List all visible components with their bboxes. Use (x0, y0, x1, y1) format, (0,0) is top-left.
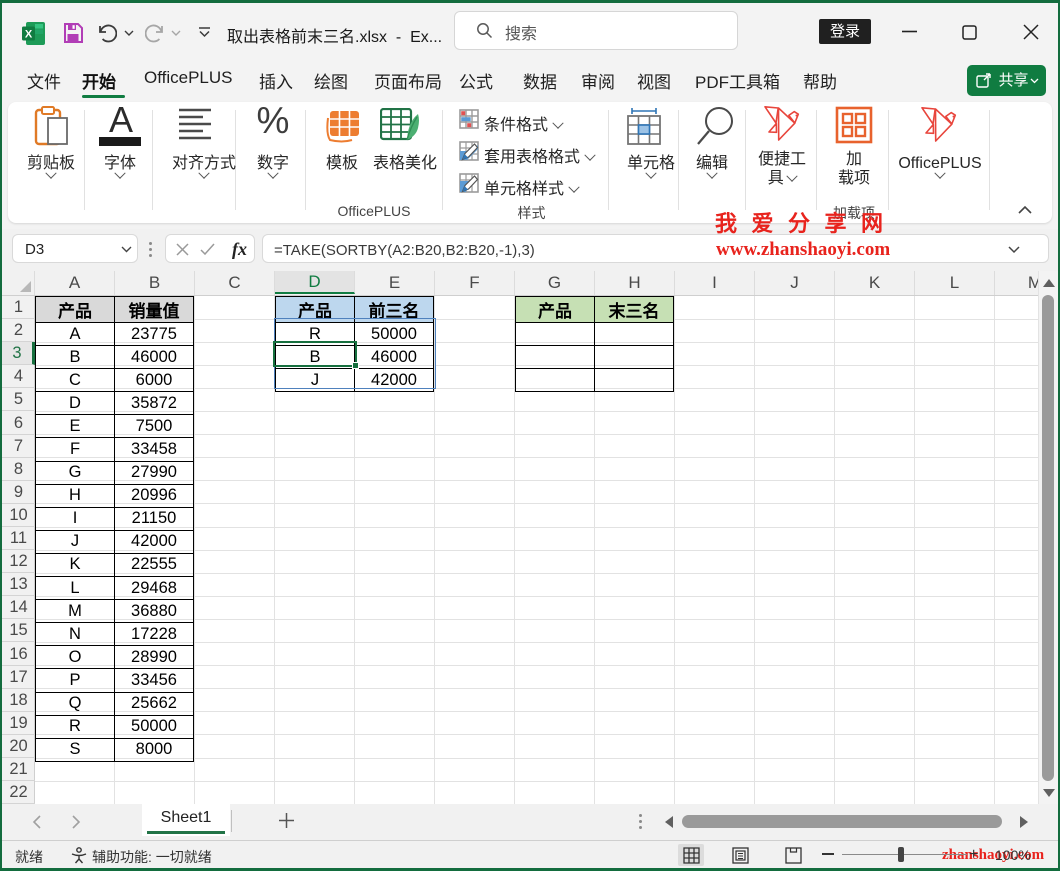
svg-text:X: X (25, 29, 33, 41)
